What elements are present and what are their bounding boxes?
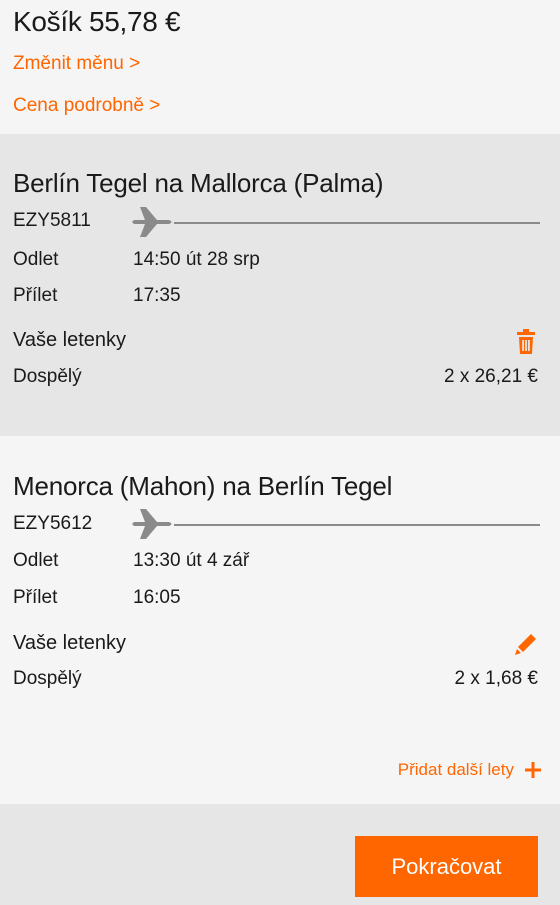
departure-label: Odlet: [13, 249, 59, 270]
arrival-value: 17:35: [133, 285, 181, 306]
tickets-label: Vaše letenky: [13, 632, 127, 654]
passenger-label: Dospělý: [13, 366, 82, 387]
price-detail-link[interactable]: Cena podrobně >: [13, 95, 160, 117]
tickets-label: Vaše letenky: [13, 329, 127, 351]
add-flights-link[interactable]: Přidat další lety: [398, 760, 542, 780]
arrival-label: Přílet: [13, 587, 58, 608]
cart-header: Košík 55,78 € Změnit měnu > Cena podrobn…: [0, 0, 560, 134]
cart-footer: Pokračovat: [0, 804, 560, 905]
continue-button[interactable]: Pokračovat: [355, 836, 538, 897]
cart-total-title: Košík 55,78 €: [13, 6, 181, 37]
departure-label: Odlet: [13, 550, 59, 571]
ticket-price: 2 x 26,21 €: [443, 366, 538, 387]
arrival-value: 16:05: [133, 587, 181, 608]
flight-card-return: Menorca (Mahon) na Berlín Tegel EZY5612 …: [0, 436, 560, 804]
flight-path-line: [174, 524, 540, 526]
plane-icon: [132, 207, 172, 237]
change-currency-link[interactable]: Změnit měnu >: [13, 53, 140, 75]
trash-icon[interactable]: [514, 329, 538, 355]
pencil-icon[interactable]: [514, 632, 538, 658]
flight-code: EZY5612: [13, 513, 93, 534]
flight-route: Menorca (Mahon) na Berlín Tegel: [13, 471, 393, 501]
departure-value: 14:50 út 28 srp: [133, 249, 260, 270]
arrival-label: Přílet: [13, 285, 58, 306]
flight-path-line: [174, 222, 540, 224]
plus-icon: [525, 762, 541, 778]
ticket-price: 2 x 1,68 €: [454, 668, 538, 689]
flight-card-outbound: Berlín Tegel na Mallorca (Palma) EZY5811…: [0, 134, 560, 436]
departure-value: 13:30 út 4 zář: [133, 550, 250, 571]
plane-icon: [132, 509, 172, 539]
passenger-label: Dospělý: [13, 668, 82, 689]
flight-code: EZY5811: [13, 210, 91, 231]
flight-route: Berlín Tegel na Mallorca (Palma): [13, 168, 384, 198]
add-flights-label: Přidat další lety: [397, 760, 514, 779]
